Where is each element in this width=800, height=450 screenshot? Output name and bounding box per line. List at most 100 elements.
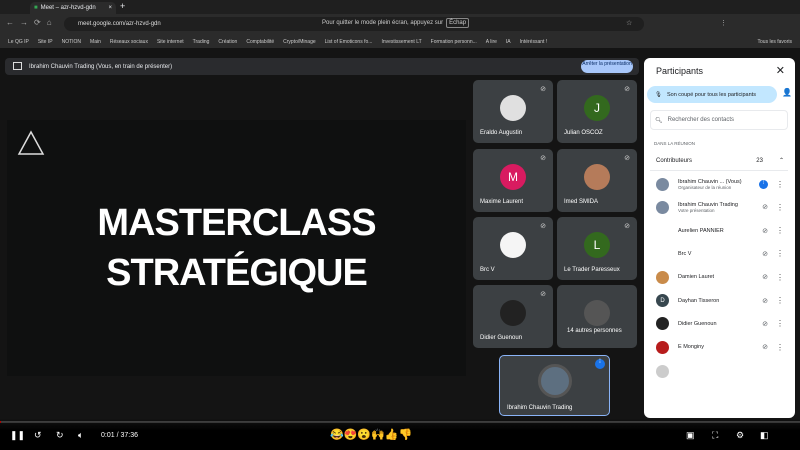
- bookmark[interactable]: Site IP: [38, 39, 53, 45]
- participant-name: Le Trader Paresseux: [564, 267, 620, 273]
- more-options-icon[interactable]: ⋮: [776, 273, 784, 282]
- participant-tile[interactable]: M ⊘ Maxime Laurent: [473, 149, 553, 212]
- mic-off-icon[interactable]: ⊘: [762, 273, 768, 281]
- self-tile[interactable]: ⁞ Ibrahim Chauvin Trading: [499, 355, 610, 416]
- participant-tile[interactable]: J ⊘ Julian OSCOZ: [557, 80, 637, 143]
- all-bookmarks[interactable]: Tous les favoris: [758, 39, 792, 45]
- mic-off-icon[interactable]: ⊘: [762, 203, 768, 211]
- settings-icon[interactable]: ⚙: [736, 430, 744, 441]
- more-options-icon[interactable]: ⋮: [776, 249, 784, 258]
- mic-off-icon: ⊘: [624, 223, 630, 230]
- fullscreen-icon[interactable]: ⛶: [712, 430, 718, 441]
- add-person-icon[interactable]: 👤: [782, 88, 792, 97]
- triangle-logo-icon: [17, 130, 45, 155]
- miniplayer-icon[interactable]: ◧: [760, 430, 769, 441]
- rewind-icon[interactable]: ↺: [34, 430, 42, 441]
- bookmark[interactable]: Comptabilité: [246, 39, 274, 45]
- participant-subtitle: Organisateur de la réunion: [678, 184, 732, 190]
- bookmark[interactable]: List of Emoticons fo...: [325, 39, 373, 45]
- participant-tile[interactable]: ⊘ Imed SMIDA: [557, 149, 637, 212]
- more-options-icon[interactable]: ⋮: [776, 319, 784, 328]
- star-icon[interactable]: ☆: [626, 19, 632, 27]
- participant-tile[interactable]: ⊘ Didier Guenoun: [473, 285, 553, 348]
- captions-icon[interactable]: ▣: [686, 430, 695, 441]
- tab-strip: ■ Meet – azr-hzvd-gdn × +: [0, 0, 800, 14]
- more-options-icon[interactable]: ⋮: [776, 343, 784, 352]
- participant-subtitle: Votre présentation: [678, 207, 715, 213]
- forward-icon[interactable]: ↻: [56, 430, 64, 441]
- participant-row[interactable]: Damien Lauret ⊘ ⋮: [656, 266, 786, 288]
- avatar-initial: D: [660, 297, 665, 304]
- pause-icon[interactable]: ❚❚: [10, 430, 25, 441]
- contributors-group[interactable]: Contributeurs 23 ⌃: [650, 151, 788, 171]
- avatar: [656, 270, 669, 284]
- mic-off-icon[interactable]: ⊘: [762, 250, 768, 258]
- bookmark[interactable]: Crypto/Minage: [283, 39, 316, 45]
- participant-row[interactable]: Aurelien PANNIER ⊘ ⋮: [656, 220, 786, 242]
- mic-off-icon: ⊘: [624, 155, 630, 162]
- stop-presenting-button[interactable]: Arrêter la présentation: [581, 60, 633, 73]
- participant-row[interactable]: Ibrahim Chauvin ... (Vous) Organisateur d…: [656, 173, 786, 195]
- new-tab-button[interactable]: +: [120, 1, 125, 11]
- mic-off-icon: ⊘: [540, 291, 546, 298]
- mic-off-icon[interactable]: ⊘: [762, 343, 768, 351]
- bookmark[interactable]: Création: [218, 39, 237, 45]
- meet-icon: ■: [34, 5, 38, 11]
- bookmark[interactable]: Investissement LT: [381, 39, 421, 45]
- avatar-initial: L: [593, 238, 601, 252]
- bookmark[interactable]: Formation personn...: [431, 39, 477, 45]
- mic-off-icon[interactable]: ⊘: [762, 297, 768, 305]
- bookmark[interactable]: Intéréssant !: [520, 39, 548, 45]
- participant-row[interactable]: E Monginy ⊘ ⋮: [656, 336, 786, 358]
- participant-name: Aurelien PANNIER: [678, 227, 724, 234]
- avatar: J: [584, 95, 610, 121]
- avatar-initial: M: [508, 170, 518, 184]
- participant-tile[interactable]: ⊘ Eraldo Augustin: [473, 80, 553, 143]
- close-tab-icon[interactable]: ×: [108, 5, 112, 11]
- bookmark[interactable]: Main: [90, 39, 101, 45]
- participant-row[interactable]: D Dayhan Tisseron ⊘ ⋮: [656, 290, 786, 312]
- avatar: [584, 300, 610, 326]
- mic-off-icon[interactable]: ⊘: [762, 320, 768, 328]
- more-options-icon[interactable]: ⋮: [776, 226, 784, 235]
- more-options-icon[interactable]: ⋮: [776, 203, 784, 212]
- search-input[interactable]: 🔍︎ Rechercher des contacts: [650, 110, 788, 130]
- participant-tile[interactable]: L ⊘ Le Trader Paresseux: [557, 217, 637, 280]
- participant-tile[interactable]: 14 autres personnes: [557, 285, 637, 348]
- avatar: [656, 200, 669, 214]
- bookmark[interactable]: Réseaux sociaux: [110, 39, 148, 45]
- more-options-icon[interactable]: ⋮: [776, 296, 784, 305]
- avatar-initial: J: [594, 101, 600, 115]
- tab-meet[interactable]: ■ Meet – azr-hzvd-gdn ×: [30, 2, 116, 14]
- self-name: Ibrahim Chauvin Trading: [507, 405, 573, 411]
- address-bar-row: ←→⟳⌂ meet.google.com/azr-hzvd-gdn Pour q…: [0, 14, 800, 35]
- bookmark[interactable]: Site internet: [157, 39, 184, 45]
- nav-buttons[interactable]: ←→⟳⌂: [6, 18, 58, 27]
- bookmark[interactable]: NOTION: [62, 39, 81, 45]
- chevron-up-icon: ⌃: [778, 158, 784, 164]
- participant-row[interactable]: Didier Guenoun ⊘ ⋮: [656, 313, 786, 335]
- more-options-icon[interactable]: ⋮: [776, 180, 784, 189]
- group-count: 23: [756, 157, 763, 164]
- group-label: Contributeurs: [656, 157, 693, 164]
- participant-row[interactable]: Ibrahim Chauvin Trading Votre présentatio…: [656, 196, 786, 218]
- reactions-icon[interactable]: 😂😍😮🙌👍👎: [330, 428, 412, 441]
- participant-row[interactable]: Brc V ⊘ ⋮: [656, 243, 786, 265]
- volume-icon[interactable]: 🔈︎: [78, 430, 83, 441]
- mic-off-icon[interactable]: ⊘: [762, 227, 768, 235]
- bookmark[interactable]: A lire: [486, 39, 497, 45]
- participant-name: Julian OSCOZ: [564, 130, 603, 136]
- bookmark[interactable]: IA: [506, 39, 511, 45]
- section-label: DANS LA RÉUNION: [654, 141, 696, 146]
- extensions-icon[interactable]: ⋮: [720, 19, 727, 27]
- avatar: M: [500, 164, 526, 190]
- bookmark[interactable]: Le QG IP: [8, 39, 29, 45]
- participant-tile[interactable]: ⊘ Brc V: [473, 217, 553, 280]
- time-display: 0:01 / 37:36: [101, 432, 138, 439]
- close-icon[interactable]: ✕: [776, 64, 785, 77]
- avatar: [500, 232, 526, 258]
- participant-name: Damien Lauret: [678, 274, 715, 281]
- mute-all-button[interactable]: 🎙︎ Son coupé pour tous les participants: [647, 86, 777, 103]
- mic-off-icon: ⊘: [540, 86, 546, 93]
- bookmark[interactable]: Trading: [193, 39, 210, 45]
